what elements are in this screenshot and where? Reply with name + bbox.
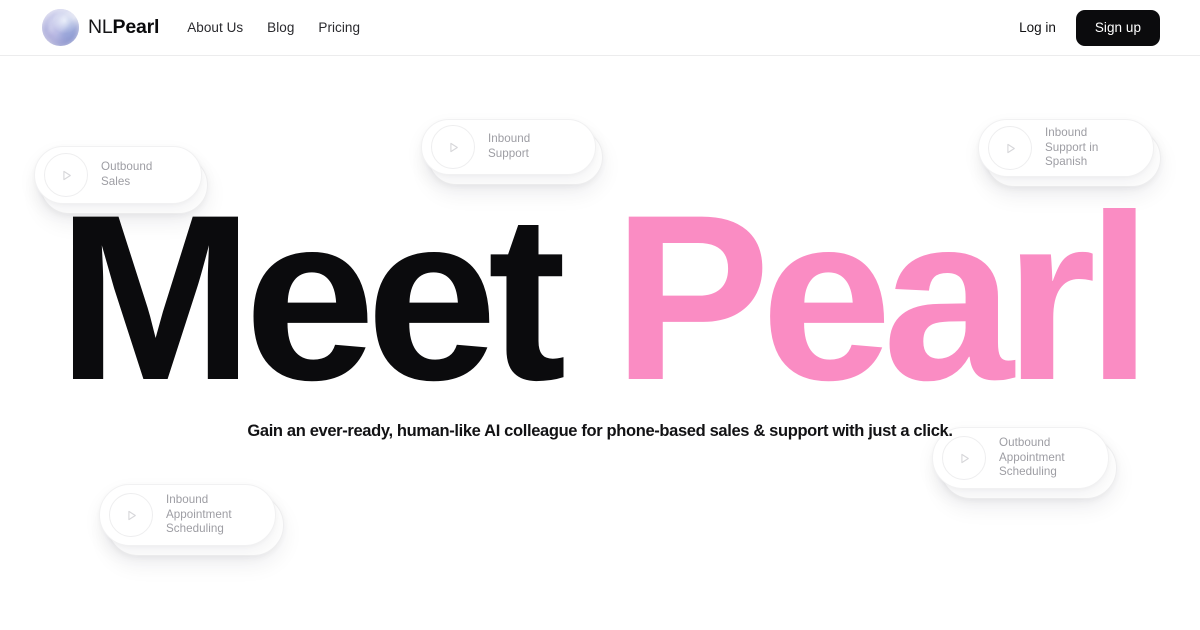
hero-section: Outbound Sales Inbound Support Inbound S… bbox=[0, 56, 1200, 630]
brand-logo-link[interactable]: NLPearl bbox=[42, 9, 159, 46]
hero-subtitle: Gain an ever-ready, human-like AI collea… bbox=[247, 422, 953, 440]
play-icon[interactable] bbox=[109, 493, 153, 537]
pill-label: Outbound Appointment Scheduling bbox=[999, 435, 1065, 479]
brand-name-light: NL bbox=[88, 15, 113, 38]
pill-label: Inbound Appointment Scheduling bbox=[166, 492, 232, 536]
pill-label: Inbound Support bbox=[488, 132, 531, 160]
pill-label: Inbound Support in Spanish bbox=[1045, 125, 1099, 169]
nav-item-about-us[interactable]: About Us bbox=[187, 20, 243, 35]
nav-item-pricing[interactable]: Pricing bbox=[318, 20, 360, 35]
brand-name-bold: Pearl bbox=[112, 15, 160, 38]
play-icon[interactable] bbox=[988, 126, 1032, 170]
nav-left-group: NLPearl About Us Blog Pricing bbox=[42, 9, 360, 46]
play-icon[interactable] bbox=[942, 436, 986, 480]
primary-nav: About Us Blog Pricing bbox=[187, 20, 360, 35]
floating-pill-inbound-appointment-scheduling[interactable]: Inbound Appointment Scheduling bbox=[99, 484, 284, 556]
pill-card[interactable]: Inbound Appointment Scheduling bbox=[99, 484, 276, 546]
landing-page: NLPearl About Us Blog Pricing Log in Sig… bbox=[0, 0, 1200, 630]
headline-word-pearl: Pearl bbox=[612, 166, 1152, 430]
top-navigation-bar: NLPearl About Us Blog Pricing Log in Sig… bbox=[0, 0, 1200, 56]
brand-name: NLPearl bbox=[88, 15, 160, 38]
page-title: Meet Pearl bbox=[0, 180, 1200, 416]
nav-right-group: Log in Sign up bbox=[1019, 9, 1160, 46]
log-in-link[interactable]: Log in bbox=[1019, 20, 1056, 35]
play-icon[interactable] bbox=[431, 125, 475, 169]
gradient-orb-logo-icon bbox=[42, 9, 79, 46]
sign-up-button[interactable]: Sign up bbox=[1075, 9, 1160, 46]
nav-item-blog[interactable]: Blog bbox=[267, 20, 294, 35]
headline-word-meet: Meet bbox=[57, 166, 566, 430]
